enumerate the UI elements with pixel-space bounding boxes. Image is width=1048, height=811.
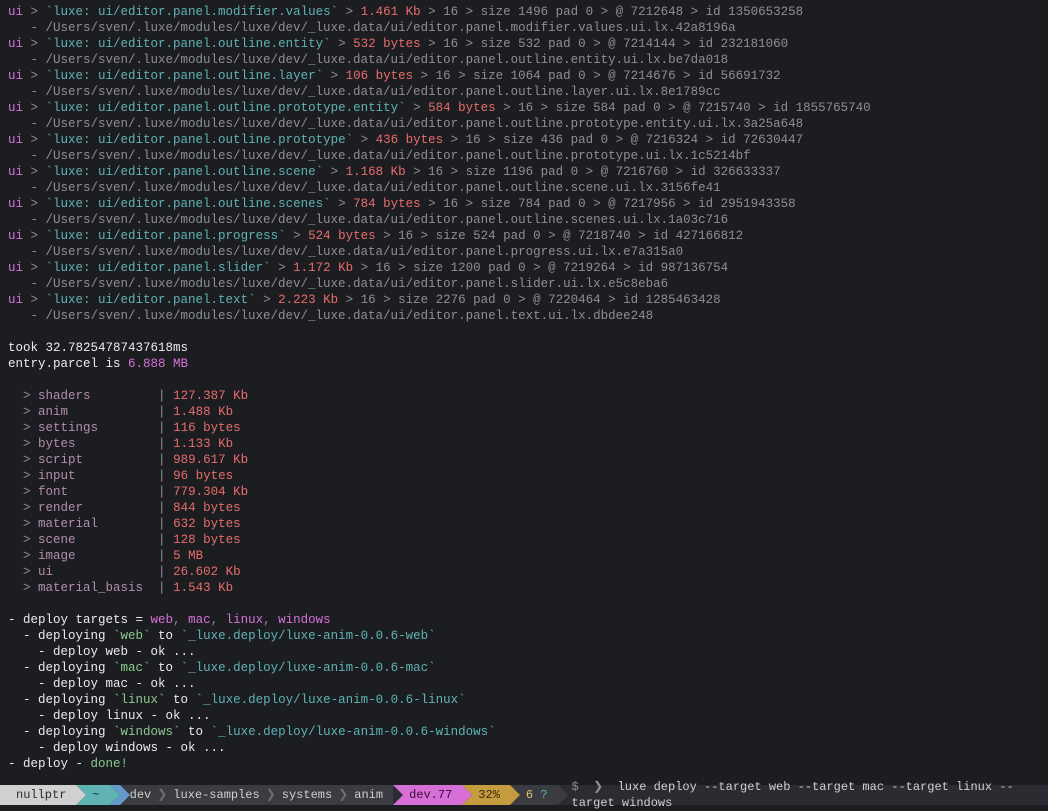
log-line: - deploy linux - ok ...	[8, 708, 1040, 724]
prompt-symbol: $	[572, 780, 579, 794]
log-line: - deploy mac - ok ...	[8, 676, 1040, 692]
breadcrumb-item: anim	[354, 787, 383, 803]
typed-command: luxe deploy --target web --target mac --…	[572, 780, 1014, 810]
log-line: - /Users/sven/.luxe/modules/luxe/dev/_lu…	[8, 180, 1040, 196]
status-branch: dev.77	[393, 785, 462, 805]
status-breadcrumb: dev ❯ luxe-samples ❯ systems ❯ anim	[120, 785, 393, 805]
log-line: ui > `luxe: ui/editor.panel.outline.enti…	[8, 36, 1040, 52]
status-host: nullptr	[0, 785, 76, 805]
log-line: ui > `luxe: ui/editor.panel.outline.scen…	[8, 164, 1040, 180]
log-line: - /Users/sven/.luxe/modules/luxe/dev/_lu…	[8, 116, 1040, 132]
log-line: - /Users/sven/.luxe/modules/luxe/dev/_lu…	[8, 52, 1040, 68]
log-line: > font | 779.304 Kb	[8, 484, 1040, 500]
log-line	[8, 596, 1040, 612]
terminal-output[interactable]: ui > `luxe: ui/editor.panel.modifier.val…	[0, 0, 1048, 772]
log-line: - /Users/sven/.luxe/modules/luxe/dev/_lu…	[8, 308, 1040, 324]
breadcrumb-item: dev	[130, 787, 152, 803]
log-line: - /Users/sven/.luxe/modules/luxe/dev/_lu…	[8, 276, 1040, 292]
log-line: > input | 96 bytes	[8, 468, 1040, 484]
breadcrumb-item: systems	[282, 787, 332, 803]
log-line: > shaders | 127.387 Kb	[8, 388, 1040, 404]
log-line	[8, 324, 1040, 340]
log-line: - deploying `linux` to `_luxe.deploy/lux…	[8, 692, 1040, 708]
log-line: > ui | 26.602 Kb	[8, 564, 1040, 580]
log-line: ui > `luxe: ui/editor.panel.outline.prot…	[8, 100, 1040, 116]
log-line: - deploying `windows` to `_luxe.deploy/l…	[8, 724, 1040, 740]
log-line	[8, 372, 1040, 388]
log-line: - /Users/sven/.luxe/modules/luxe/dev/_lu…	[8, 244, 1040, 260]
log-line: > anim | 1.488 Kb	[8, 404, 1040, 420]
log-line: ui > `luxe: ui/editor.panel.outline.laye…	[8, 68, 1040, 84]
log-line: - deploying `web` to `_luxe.deploy/luxe-…	[8, 628, 1040, 644]
log-line: - deploy windows - ok ...	[8, 740, 1040, 756]
prompt-area[interactable]: $ ❯ luxe deploy --target web --target ma…	[558, 779, 1048, 811]
log-line: > render | 844 bytes	[8, 500, 1040, 516]
log-line: ui > `luxe: ui/editor.panel.outline.scen…	[8, 196, 1040, 212]
log-line: > settings | 116 bytes	[8, 420, 1040, 436]
log-line: ui > `luxe: ui/editor.panel.text` > 2.22…	[8, 292, 1040, 308]
status-bar: nullptr ~ dev ❯ luxe-samples ❯ systems ❯…	[0, 785, 1048, 805]
log-line: - /Users/sven/.luxe/modules/luxe/dev/_lu…	[8, 212, 1040, 228]
log-line: - /Users/sven/.luxe/modules/luxe/dev/_lu…	[8, 84, 1040, 100]
log-line: - /Users/sven/.luxe/modules/luxe/dev/_lu…	[8, 20, 1040, 36]
log-line: > scene | 128 bytes	[8, 532, 1040, 548]
log-line: took 32.78254787437618ms	[8, 340, 1040, 356]
log-line: > material_basis | 1.543 Kb	[8, 580, 1040, 596]
breadcrumb-item: luxe-samples	[173, 787, 259, 803]
log-line: - deploy web - ok ...	[8, 644, 1040, 660]
log-line: ui > `luxe: ui/editor.panel.slider` > 1.…	[8, 260, 1040, 276]
log-line: - deploying `mac` to `_luxe.deploy/luxe-…	[8, 660, 1040, 676]
log-line: - deploy - done!	[8, 756, 1040, 772]
log-line: > script | 989.617 Kb	[8, 452, 1040, 468]
log-line: - /Users/sven/.luxe/modules/luxe/dev/_lu…	[8, 148, 1040, 164]
log-line: ui > `luxe: ui/editor.panel.modifier.val…	[8, 4, 1040, 20]
log-line: > material | 632 bytes	[8, 516, 1040, 532]
log-line: entry.parcel is 6.888 MB	[8, 356, 1040, 372]
log-line: > bytes | 1.133 Kb	[8, 436, 1040, 452]
log-line: ui > `luxe: ui/editor.panel.progress` > …	[8, 228, 1040, 244]
log-line: ui > `luxe: ui/editor.panel.outline.prot…	[8, 132, 1040, 148]
log-line: - deploy targets = web, mac, linux, wind…	[8, 612, 1040, 628]
log-line: > image | 5 MB	[8, 548, 1040, 564]
